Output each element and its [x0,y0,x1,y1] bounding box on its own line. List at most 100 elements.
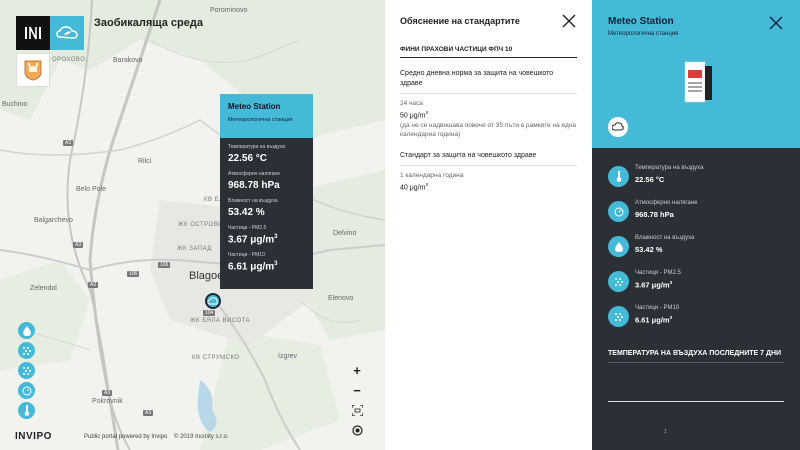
detail-label: Атмосферно налягане [635,200,698,206]
road-badge: A3 [63,140,74,146]
map[interactable]: Porominovo Barakovo Buchino Rilci Belo P… [0,0,385,450]
weather-station-device-icon [684,61,712,103]
metric-value: 3.67 μg/m3 [228,234,305,245]
pm25-layer-button[interactable] [18,342,35,359]
road-badge: 106 [127,271,140,277]
zoom-in-button[interactable]: + [346,360,368,380]
municipality-crest[interactable] [16,53,50,87]
standard-value: 40 μg/m3 [400,182,577,191]
metric-unit-exponent: 3 [274,261,278,268]
popup-subtitle: Метеорологична станция [228,117,293,123]
crest-icon [24,60,42,81]
thermometer-icon [24,405,29,416]
map-label-orohovo: ОРОХОВО [52,57,86,63]
pm10-layer-button[interactable] [18,362,35,379]
detail-label: Частици - PM2.5 [635,270,681,276]
map-label-balgarchevo: Balgarchevo [34,217,73,224]
map-controls: + − [346,360,368,440]
standard-unit-exponent: 3 [425,182,428,188]
detail-value: 3.67 μg/m3 [635,280,672,290]
map-label-kv-strumsko: КВ СТРУМСКО [192,355,240,361]
cloud-leaf-icon [56,26,78,39]
detail-value: 6.61 μg/m3 [635,315,672,325]
expand-icon [351,404,363,416]
road-badge: A3 [143,410,154,416]
map-label-barakovo: Barakovo [113,57,143,64]
map-label-rilci: Rilci [138,158,152,165]
footer-logo[interactable]: INVIPO [15,431,52,442]
close-icon[interactable] [769,16,783,30]
invipo-mark-icon [25,26,41,40]
chart-tick-label: 1 [664,429,667,435]
popup-title: Meteo Station [228,102,281,111]
standard-period: 1 календарна година [400,172,464,180]
cloud-icon [207,297,218,305]
detail-value: 968.78 hPa [635,210,674,219]
detail-row-pressure: Атмосферно налягане 968.78 hPa [608,198,788,228]
dots-icon [22,346,31,355]
station-popup[interactable]: Meteo Station Метеорологична станция Тем… [220,94,313,289]
metric-value-text: 6.61 μg/m [228,261,275,273]
detail-row-pm10: Частици - PM10 6.61 μg/m3 [608,303,788,333]
dots-icon [22,366,31,375]
station-title: Meteo Station [608,16,674,27]
map-label-zelendol: Zelendol [30,285,57,292]
chart-divider [608,362,784,363]
popup-metric-pressure: Атмосферно налягане 968.78 hPa [228,171,305,191]
environment-button[interactable] [50,16,84,50]
detail-unit-exponent: 3 [669,315,673,320]
standard-value-text: 50 μg/m [400,112,426,120]
station-marker[interactable] [205,293,221,309]
standards-title: Обяснение на стандартите [400,16,520,26]
detail-row-pm25: Частици - PM2.5 3.67 μg/m3 [608,268,788,298]
map-label-jk-bqla-vista: ЖК БЯЛА ВИСОТА [190,318,251,324]
zoom-out-button[interactable]: − [346,380,368,400]
standard-heading: Стандарт за защита на човешкото здраве [400,151,577,167]
map-label-jk-zapad: ЖК ЗАПАД [177,246,212,252]
detail-unit-exponent: 3 [669,280,673,285]
dots-icon [608,306,629,327]
invipo-logo[interactable] [16,16,50,50]
map-label-delvino: Delvino [333,230,357,237]
metric-value: 6.61 μg/m3 [228,261,305,272]
popup-metric-pm25: Частици - PM2.5 3.67 μg/m3 [228,225,305,245]
layer-buttons [18,322,35,422]
fit-view-button[interactable] [346,400,368,420]
temperature-layer-button[interactable] [18,402,35,419]
road-badge: 104 [203,310,216,316]
metric-value: 22.56 °C [228,153,268,164]
standard-value-text: 40 μg/m [400,184,426,192]
popup-metric-temperature: Температура на въздуха 22.56 °C [228,144,305,164]
metric-value-text: 3.67 μg/m [228,234,275,246]
popup-header: Meteo Station Метеорологична станция [220,94,313,138]
gauge-icon [22,386,31,395]
close-icon[interactable] [562,14,576,28]
station-subtitle: Метеорологична станция [608,31,679,37]
metric-unit-exponent: 3 [274,234,278,240]
temperature-chart-title: ТЕМПЕРАТУРА НА ВЪЗДУХА ПОСЛЕДНИТЕ 7 ДНИ [608,350,782,357]
standard-period: 24 часа [400,100,423,107]
road-badge: A3 [102,390,113,396]
standard-unit-exponent: 3 [425,110,428,115]
metric-label: Влажност на въздуха [228,198,278,204]
drop-icon [608,236,629,257]
drop-icon [22,325,31,336]
map-label-jk-ostrovo: ЖК ОСТРОВО [178,222,224,228]
pressure-layer-button[interactable] [18,382,35,399]
map-label-porominovo: Porominovo [210,7,248,14]
detail-value: 53.42 % [635,245,663,254]
detail-value-text: 3.67 μg/m [635,280,670,290]
map-label-buchino: Buchino [2,101,28,108]
standard-heading: Средно дневна норма за защита на човешко… [400,69,577,94]
road-badge: A3 [88,282,99,288]
popup-metric-pm10: Частици - PM10 6.61 μg/m3 [228,252,305,272]
powered-by-link[interactable]: Public portal powered by Invipo [84,434,167,440]
humidity-layer-button[interactable] [18,322,35,339]
detail-label: Температура на въздуха [635,165,704,171]
chart-axis [608,401,784,402]
map-label-izgrev: Izgrev [278,353,298,360]
locate-button[interactable] [346,420,368,440]
dots-icon [608,271,629,292]
standards-panel: Обяснение на стандартите ФИНИ ПРАХОВИ ЧА… [385,0,592,450]
road-badge: 106 [158,262,171,268]
